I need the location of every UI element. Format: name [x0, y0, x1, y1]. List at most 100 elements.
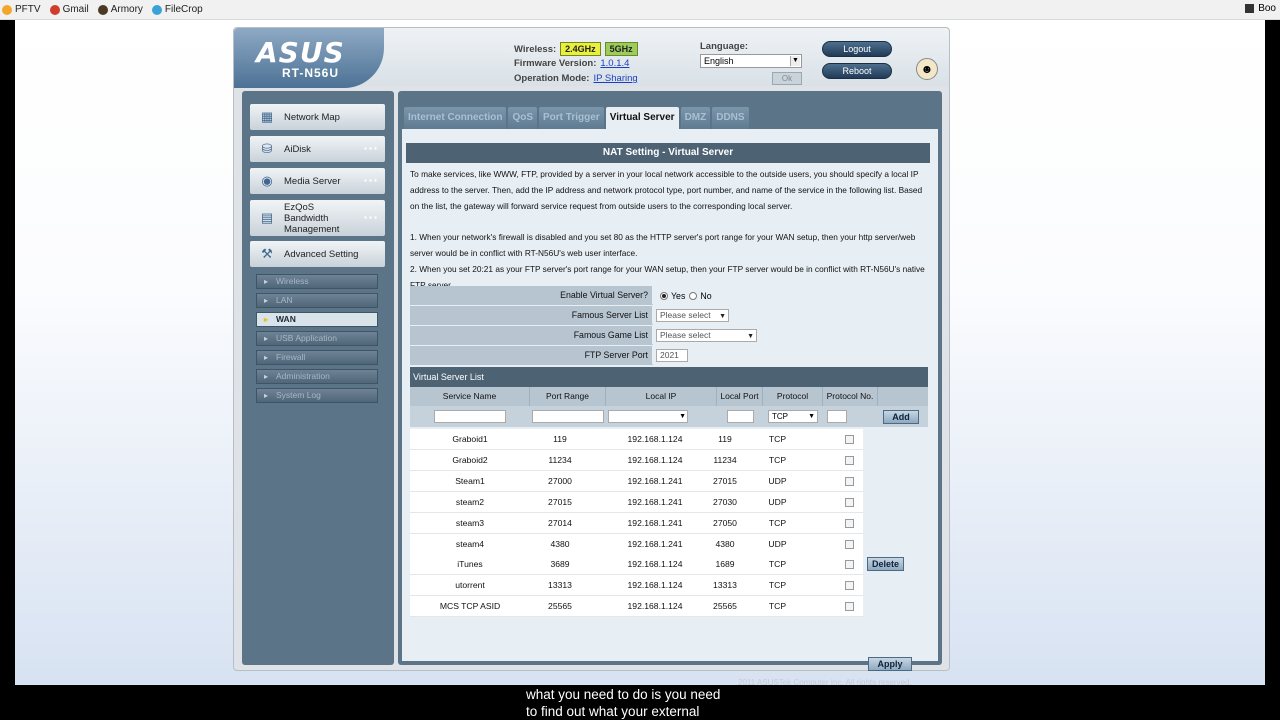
no-radio[interactable] [689, 291, 698, 300]
tab-qos[interactable]: QoS [508, 107, 538, 129]
network-map-icon: ▦ [260, 109, 274, 124]
service-name-input[interactable] [434, 410, 506, 423]
protocol-no-input[interactable] [827, 410, 847, 423]
bookmark-item[interactable]: FileCrop [151, 4, 203, 15]
tab-internet-connection[interactable]: Internet Connection [404, 107, 507, 129]
enable-virtual-server-row: Enable Virtual Server? Yes No [410, 286, 928, 305]
bookmark-item[interactable]: Armory [97, 4, 143, 15]
sidebar-item-media-server[interactable]: ◉ Media Server [250, 168, 385, 194]
cell-protocol: TCP [768, 580, 787, 591]
cell-local-ip: 192.168.1.241 [627, 538, 683, 549]
caption-line-1: what you need to do is you need [526, 687, 721, 702]
cell-local-port: 25565 [713, 601, 737, 612]
chevron-down-icon: ▼ [719, 313, 726, 320]
protocol-select[interactable]: TCP ▼ [768, 410, 818, 423]
caption-bar: what you need to do is you need to find … [15, 685, 1265, 720]
tab-virtual-server[interactable]: Virtual Server [605, 107, 679, 129]
famous-server-row: Famous Server List Please select ▼ [410, 306, 928, 325]
cell-local-ip: 192.168.1.241 [627, 496, 683, 507]
row-select-checkbox[interactable] [845, 435, 854, 444]
sidebar-sub-wan[interactable]: WAN [256, 312, 378, 327]
cell-local-port: 27030 [713, 496, 737, 507]
row-select-checkbox[interactable] [845, 518, 854, 528]
cell-port-range: 3689 [550, 559, 570, 570]
famous-server-select[interactable]: Please select ▼ [656, 309, 729, 322]
row-select-checkbox[interactable] [845, 539, 854, 549]
intro-text: To make services, like WWW, FTP, provide… [410, 169, 923, 211]
operation-mode-link[interactable]: IP Sharing [593, 73, 637, 84]
cell-protocol: TCP [768, 601, 787, 612]
sidebar-sub-firewall[interactable]: Firewall [256, 350, 378, 365]
band-5ghz-badge[interactable]: 5GHz [604, 42, 638, 56]
firmware-status: Firmware Version: 1.0.1.4 [514, 58, 630, 69]
sidebar-sub-usb-application[interactable]: USB Application [256, 331, 378, 346]
add-button[interactable]: Add [883, 410, 919, 424]
enable-virtual-server-label: Enable Virtual Server? [410, 286, 652, 305]
table-row: utorrent 13313 192.168.1.124 13313 TCP [410, 575, 863, 597]
bookmark-item[interactable]: Gmail [49, 4, 89, 15]
language-select[interactable]: English ▼ [700, 54, 802, 68]
tab-dmz[interactable]: DMZ [680, 107, 711, 129]
sidebar-item-ezqos[interactable]: ▤ EzQoS Bandwidth Management [250, 200, 385, 236]
band-24ghz-badge[interactable]: 2.4GHz [560, 42, 601, 56]
row-select-checkbox[interactable] [845, 602, 854, 612]
tab-ddns[interactable]: DDNS [712, 107, 749, 129]
ezqos-icon: ▤ [260, 210, 274, 225]
sidebar-item-aidisk[interactable]: ⛁ AiDisk [250, 136, 385, 162]
router-header: ASUS RT-N56U Wireless: 2.4GHz 5GHz Firmw… [234, 28, 949, 88]
bookmark-icon [2, 4, 12, 15]
virtual-server-list-header: Virtual Server List [410, 367, 928, 387]
sidebar-item-network-map[interactable]: ▦ Network Map [250, 104, 385, 130]
row-select-checkbox[interactable] [845, 560, 854, 570]
cell-port-range: 119 [553, 434, 567, 444]
famous-game-select[interactable]: Please select ▼ [656, 329, 757, 342]
cell-local-ip: 192.168.1.124 [627, 454, 683, 465]
ftp-port-input[interactable]: 2021 [656, 349, 688, 362]
media-server-icon: ◉ [261, 173, 273, 188]
bookmark-overflow[interactable]: Boo [1245, 3, 1276, 14]
cell-local-ip: 192.168.1.241 [627, 475, 683, 486]
cell-local-port: 11234 [713, 454, 737, 465]
cell-protocol: TCP [768, 454, 787, 465]
table-row: iTunes 3689 192.168.1.124 1689 TCP [410, 554, 863, 576]
bookmarks-bar: PFTV Gmail Armory FileCrop Boo [0, 0, 1280, 20]
port-range-input[interactable] [532, 410, 604, 423]
cell-local-ip: 192.168.1.124 [627, 434, 683, 444]
sidebar-sub-lan[interactable]: LAN [256, 293, 378, 308]
col-local-ip: Local IP [606, 387, 717, 406]
yes-radio[interactable] [660, 291, 668, 300]
bookmark-icon [49, 4, 60, 15]
cell-local-port: 119 [718, 434, 732, 444]
tab-port-trigger[interactable]: Port Trigger [539, 107, 604, 129]
row-select-checkbox[interactable] [845, 497, 854, 507]
logout-button[interactable]: Logout [822, 41, 892, 57]
local-ip-input[interactable]: ▼ [608, 410, 688, 423]
sidebar-item-advanced-setting[interactable]: ⚒ Advanced Setting [250, 241, 385, 267]
bookmark-icon [151, 4, 162, 15]
reboot-button[interactable]: Reboot [822, 63, 892, 79]
table-row: Graboid1 119 192.168.1.124 119 TCP [410, 429, 863, 450]
cell-name: Steam1 [455, 475, 485, 486]
sidebar-sub-wireless[interactable]: Wireless [256, 274, 378, 289]
sidebar-sub-system-log[interactable]: System Log [256, 388, 378, 403]
advanced-setting-icon: ⚒ [261, 246, 273, 261]
ftp-port-row: FTP Server Port 2021 [410, 346, 928, 365]
language-ok-button[interactable]: Ok [772, 72, 802, 85]
chevron-down-icon: ▼ [747, 333, 754, 340]
row-select-checkbox[interactable] [845, 581, 854, 591]
delete-button[interactable]: Delete [867, 557, 904, 571]
cell-name: steam4 [455, 538, 485, 549]
row-select-checkbox[interactable] [845, 455, 854, 465]
row-select-checkbox[interactable] [845, 476, 854, 486]
local-port-input[interactable] [727, 410, 754, 423]
mascot-icon[interactable]: ☻ [916, 58, 938, 80]
cell-port-range: 27015 [548, 496, 572, 507]
operation-mode-status: Operation Mode: IP Sharing [514, 73, 638, 84]
cell-protocol: UDP [768, 538, 787, 549]
letterbox-right [1265, 20, 1280, 720]
indicator-dots [363, 215, 379, 220]
sidebar-sub-administration[interactable]: Administration [256, 369, 378, 384]
firmware-link[interactable]: 1.0.1.4 [600, 58, 629, 69]
apply-button[interactable]: Apply [868, 657, 912, 671]
bookmark-item[interactable]: PFTV [2, 4, 41, 15]
